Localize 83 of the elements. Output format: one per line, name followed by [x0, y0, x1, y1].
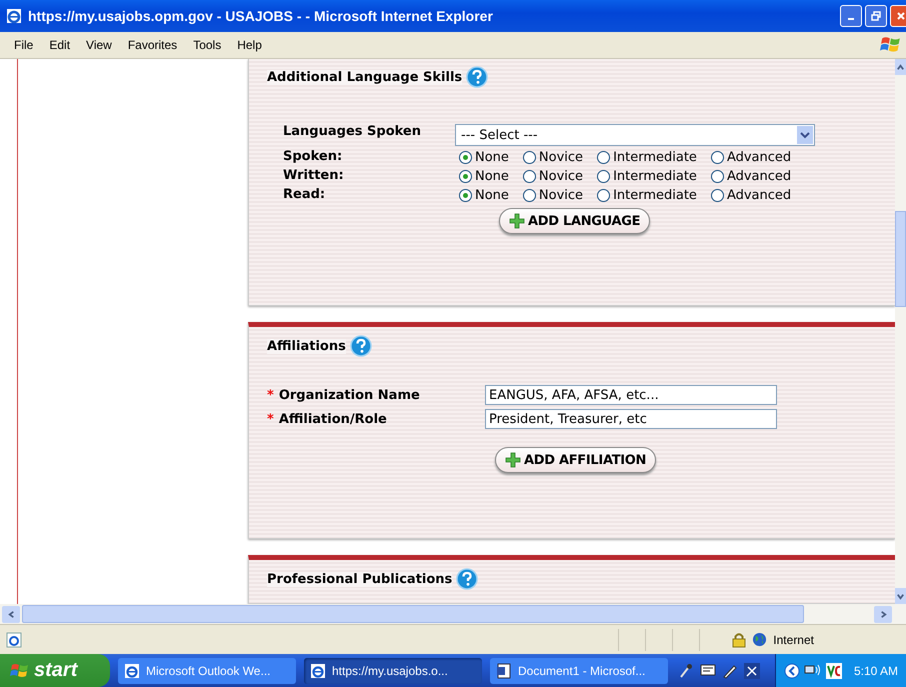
- security-zone: Internet: [773, 632, 814, 646]
- plus-icon: [509, 213, 525, 229]
- browser-icon: [124, 662, 140, 678]
- radio-button[interactable]: [710, 189, 724, 202]
- field-label: Written:: [283, 168, 345, 183]
- page-icon: [6, 632, 22, 648]
- section-title: Affiliations: [267, 338, 346, 354]
- help-icon[interactable]: [350, 335, 372, 357]
- lock-icon: [732, 632, 746, 648]
- radio-button[interactable]: [522, 170, 536, 183]
- document-icon: [496, 662, 512, 678]
- restore-button[interactable]: [865, 5, 887, 27]
- radio-label: Advanced: [726, 169, 792, 184]
- required-mark: *: [267, 412, 274, 426]
- keyboard-icon[interactable]: [700, 662, 716, 678]
- microphone-icon[interactable]: [678, 662, 694, 678]
- radio-button[interactable]: [710, 151, 724, 164]
- add-language-button[interactable]: ADD LANGUAGE: [499, 208, 650, 234]
- taskbar-button[interactable]: Microsoft Outlook We...: [118, 658, 296, 684]
- menu-item[interactable]: Tools: [185, 38, 230, 52]
- radio-label: None: [475, 188, 509, 203]
- radio-label: Novice: [538, 188, 584, 203]
- scroll-thumb[interactable]: [895, 211, 906, 307]
- tray-expand-icon[interactable]: [784, 662, 800, 678]
- scroll-left-icon[interactable]: [6, 610, 16, 618]
- menu-item[interactable]: File: [6, 38, 42, 52]
- browser-icon: [6, 8, 22, 24]
- scroll-right-icon[interactable]: [878, 610, 888, 618]
- radio-button[interactable]: [459, 189, 472, 202]
- radio-label: Advanced: [726, 188, 792, 203]
- radio-label: None: [475, 150, 509, 165]
- section-title: Additional Language Skills: [267, 70, 462, 84]
- radio-label: None: [475, 169, 509, 184]
- pen-icon[interactable]: [722, 662, 738, 678]
- radio-button[interactable]: [597, 170, 610, 183]
- horizontal-scrollbar[interactable]: [0, 604, 906, 624]
- scroll-up-icon[interactable]: [896, 62, 905, 72]
- text-field[interactable]: President, Treasurer, etc: [485, 409, 777, 429]
- menu-item[interactable]: View: [78, 38, 120, 52]
- radio-button[interactable]: [522, 151, 536, 164]
- add-affiliation-button[interactable]: ADD AFFILIATION: [495, 447, 656, 473]
- language-dropdown[interactable]: --- Select ---: [455, 124, 815, 146]
- close-icon: [896, 11, 906, 21]
- radio-label: Intermediate: [613, 188, 697, 203]
- radio-label: Intermediate: [613, 169, 697, 184]
- required-mark: *: [267, 388, 274, 402]
- menu-item[interactable]: Edit: [41, 38, 78, 52]
- field-label: Spoken:: [283, 149, 344, 164]
- radio-button[interactable]: [459, 170, 472, 183]
- help-icon[interactable]: [466, 66, 488, 88]
- clock: 5:10 AM: [854, 664, 898, 678]
- antivirus-icon[interactable]: [826, 662, 842, 678]
- radio-label: Intermediate: [613, 150, 697, 165]
- text-field[interactable]: EANGUS, AFA, AFSA, etc...: [485, 385, 777, 405]
- menu-item[interactable]: Favorites: [120, 38, 186, 52]
- scroll-down-icon[interactable]: [896, 592, 905, 600]
- section-title: Professional Publications: [267, 572, 452, 586]
- browser-icon: [310, 662, 326, 678]
- minimize-button[interactable]: [840, 5, 862, 27]
- restore-icon: [871, 11, 881, 21]
- radio-button[interactable]: [597, 189, 610, 202]
- radio-button[interactable]: [597, 151, 610, 164]
- radio-button[interactable]: [710, 170, 724, 183]
- start-button[interactable]: start: [0, 654, 110, 687]
- help-icon[interactable]: [456, 568, 478, 590]
- vertical-scrollbar[interactable]: [895, 59, 906, 604]
- field-label: Read:: [283, 187, 326, 202]
- radio-label: Novice: [538, 150, 584, 165]
- close-button[interactable]: [890, 5, 906, 27]
- radio-label: Advanced: [726, 150, 792, 165]
- taskbar-button[interactable]: https://my.usajobs.o...: [304, 658, 482, 684]
- field-label: Affiliation/Role: [278, 412, 387, 426]
- field-label: Languages Spoken: [283, 124, 422, 139]
- window-title: https://my.usajobs.opm.gov - USAJOBS - - Microsoft Internet Explorer: [28, 8, 493, 24]
- plus-icon: [505, 452, 521, 468]
- radio-label: Novice: [538, 169, 584, 184]
- menu-item[interactable]: Help: [229, 38, 270, 52]
- radio-button[interactable]: [459, 151, 472, 164]
- globe-icon: [752, 632, 768, 647]
- taskbar-button[interactable]: Document1 - Microsof...: [490, 658, 668, 684]
- minimize-icon: [848, 18, 854, 20]
- radio-button[interactable]: [522, 189, 536, 202]
- field-label: Organization Name: [278, 388, 420, 402]
